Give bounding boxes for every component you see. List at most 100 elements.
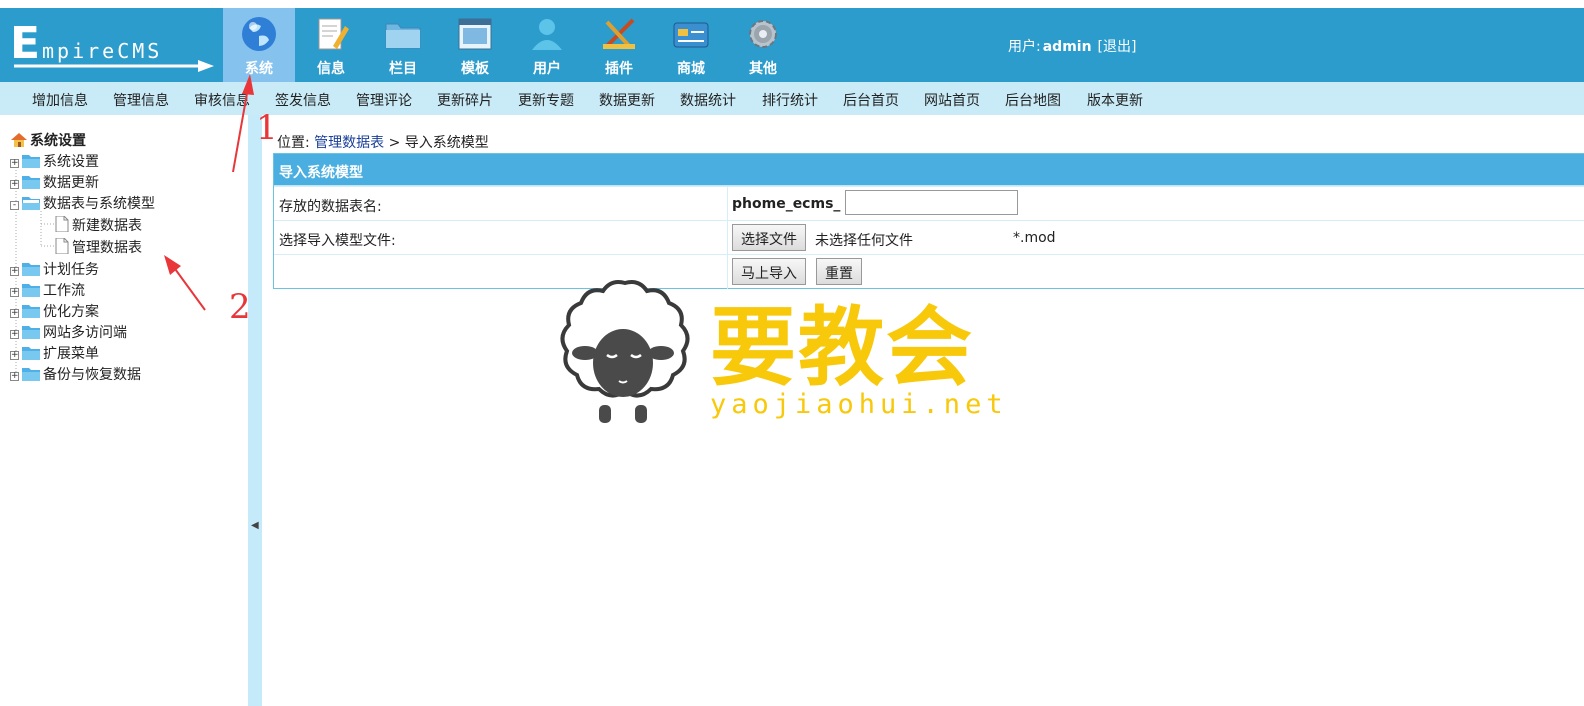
home-icon	[11, 133, 27, 147]
document-edit-icon	[318, 18, 349, 50]
breadcrumb-prefix: 位置:	[277, 135, 310, 151]
sidebar-item-label: 备份与恢复数据	[43, 367, 141, 383]
window-icon	[458, 18, 492, 50]
expand-icon[interactable]: +	[10, 330, 19, 339]
sidebar-item-label: 网站多访问端	[43, 325, 127, 341]
logout-link[interactable]: [退出]	[1098, 39, 1137, 55]
sidebar-item-tables-models[interactable]: - 数据表与系统模型	[10, 193, 155, 213]
model-file-label: 选择导入模型文件:	[279, 233, 396, 249]
expand-icon[interactable]: +	[10, 372, 19, 381]
nav-label: 系统	[245, 61, 273, 77]
sidebar-item-extension-menu[interactable]: + 扩展菜单	[10, 343, 99, 363]
nav-label: 信息	[317, 61, 345, 77]
gear-icon	[749, 20, 777, 48]
menu-update-topics[interactable]: 更新专题	[518, 90, 574, 110]
sidebar-item-backup-restore[interactable]: + 备份与恢复数据	[10, 364, 141, 384]
choose-file-button[interactable]: 选择文件	[732, 224, 806, 251]
menu-data-stats[interactable]: 数据统计	[680, 90, 736, 110]
form-row-actions: 马上导入 重置	[274, 254, 1584, 289]
menu-version-update[interactable]: 版本更新	[1087, 90, 1143, 110]
breadcrumb-link-manage-tables[interactable]: 管理数据表	[314, 135, 384, 151]
sidebar-item-workflow[interactable]: + 工作流	[10, 280, 85, 300]
annotation-number-2: 2	[229, 287, 251, 327]
menu-data-update[interactable]: 数据更新	[599, 90, 655, 110]
menu-add-info[interactable]: 增加信息	[32, 90, 88, 110]
sidebar-title: 系统设置	[10, 130, 86, 150]
expand-icon[interactable]: +	[10, 309, 19, 318]
folder-icon	[22, 263, 40, 276]
sidebar-title-text: 系统设置	[30, 133, 86, 149]
nav-user[interactable]: 用户	[511, 8, 583, 82]
folder-icon	[22, 155, 40, 168]
reset-button[interactable]: 重置	[816, 258, 862, 285]
sidebar-toggle-splitter[interactable]: ◀	[248, 115, 262, 706]
breadcrumb-current: > 导入系统模型	[388, 135, 489, 151]
empirecms-logo[interactable]: E mpireCMS	[10, 20, 215, 72]
nav-label: 模板	[461, 61, 489, 77]
sidebar-item-label: 工作流	[43, 283, 85, 299]
sidebar-item-label: 优化方案	[43, 304, 99, 320]
expand-icon[interactable]: +	[10, 180, 19, 189]
folder-icon	[22, 284, 40, 297]
nav-shop[interactable]: 商城	[655, 8, 727, 82]
sidebar-item-scheduled-tasks[interactable]: + 计划任务	[10, 259, 99, 279]
form-row-table-name: 存放的数据表名: phome_ecms_	[274, 186, 1584, 221]
menu-rank-stats[interactable]: 排行统计	[762, 90, 818, 110]
sidebar-item-multi-access[interactable]: + 网站多访问端	[10, 322, 127, 342]
column-divider	[727, 255, 728, 289]
svg-text:mpireCMS: mpireCMS	[42, 39, 162, 63]
nav-label: 插件	[605, 61, 633, 77]
nav-plugin[interactable]: 插件	[583, 8, 655, 82]
nav-label: 栏目	[389, 61, 417, 77]
nav-label: 其他	[749, 61, 777, 77]
tools-icon	[603, 18, 635, 50]
sidebar: 系统设置 + 系统设置 + 数据更新 - 数据表与系统模型 新建数据表 管理数据表 +…	[0, 115, 248, 706]
sidebar-item-manage-tables[interactable]: 管理数据表	[55, 237, 142, 257]
menu-review-info[interactable]: 审核信息	[194, 90, 250, 110]
expand-icon[interactable]: +	[10, 288, 19, 297]
menu-sign-info[interactable]: 签发信息	[275, 90, 331, 110]
svg-text:E: E	[10, 20, 40, 69]
menu-site-home[interactable]: 网站首页	[924, 90, 980, 110]
table-name-label: 存放的数据表名:	[279, 199, 382, 215]
card-icon	[673, 22, 709, 48]
page-icon	[55, 238, 69, 254]
sidebar-item-new-table[interactable]: 新建数据表	[55, 215, 142, 235]
nav-column[interactable]: 栏目	[367, 8, 439, 82]
expand-icon[interactable]: +	[10, 267, 19, 276]
expand-icon[interactable]: +	[10, 351, 19, 360]
sidebar-item-system-settings[interactable]: + 系统设置	[10, 151, 99, 171]
nav-other[interactable]: 其他	[727, 8, 799, 82]
column-divider	[727, 187, 728, 221]
sidebar-item-label: 数据更新	[43, 175, 99, 191]
nav-info[interactable]: 信息	[295, 8, 367, 82]
menu-update-fragments[interactable]: 更新碎片	[437, 90, 493, 110]
sidebar-item-optimization[interactable]: + 优化方案	[10, 301, 99, 321]
collapse-arrow-icon: ◀	[251, 520, 259, 531]
sidebar-item-label: 计划任务	[43, 262, 99, 278]
username: admin	[1042, 39, 1092, 55]
folder-icon	[385, 23, 421, 49]
folder-icon	[22, 176, 40, 189]
expand-icon[interactable]: +	[10, 159, 19, 168]
table-prefix: phome_ecms_	[732, 196, 841, 212]
table-name-input[interactable]	[845, 190, 1018, 215]
menu-manage-comments[interactable]: 管理评论	[356, 90, 412, 110]
sidebar-item-label: 管理数据表	[72, 240, 142, 256]
top-header: E mpireCMS 系统 信息 栏目 模板 用户 插件 商城 其他 用户: a…	[0, 8, 1584, 82]
import-now-button[interactable]: 马上导入	[732, 258, 806, 285]
user-icon	[532, 19, 562, 50]
menu-admin-map[interactable]: 后台地图	[1005, 90, 1061, 110]
sidebar-item-label: 新建数据表	[72, 218, 142, 234]
menu-manage-info[interactable]: 管理信息	[113, 90, 169, 110]
sidebar-item-label: 系统设置	[43, 154, 99, 170]
collapse-icon[interactable]: -	[10, 201, 19, 210]
sidebar-item-data-update[interactable]: + 数据更新	[10, 172, 99, 192]
open-folder-icon	[22, 197, 40, 210]
nav-system[interactable]: 系统	[223, 8, 295, 82]
file-extension-hint: *.mod	[1013, 230, 1056, 246]
nav-template[interactable]: 模板	[439, 8, 511, 82]
folder-icon	[22, 347, 40, 360]
menu-admin-home[interactable]: 后台首页	[843, 90, 899, 110]
main-content: 位置: 管理数据表 > 导入系统模型 导入系统模型 存放的数据表名: phome…	[262, 115, 1584, 706]
